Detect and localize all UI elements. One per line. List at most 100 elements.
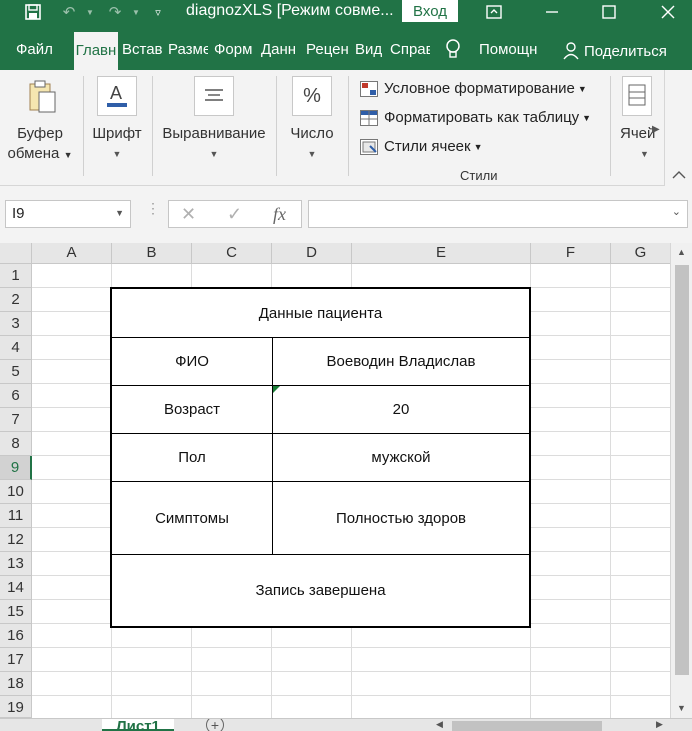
tab-tell-me[interactable]: Помощн [479,41,537,58]
tab-page-layout[interactable]: Разме [168,41,208,58]
row-header[interactable]: 10 [0,480,32,504]
undo-icon[interactable]: ↶ [58,0,80,24]
error-indicator-icon[interactable] [273,386,280,393]
cells-group[interactable]: Ячей ▼ [616,76,656,164]
ribbon-tabs: Файл Главн Встав Разме Форм Данн Рецен В… [0,24,692,70]
horizontal-scroll-left-icon[interactable]: ◀ [436,719,443,730]
scroll-thumb[interactable] [675,265,689,675]
alignment-icon [194,76,234,116]
sex-value-cell[interactable]: мужской [273,434,529,481]
redo-dropdown-icon[interactable]: ▼ [130,0,142,24]
scroll-up-icon[interactable]: ▲ [677,247,686,257]
number-group[interactable]: % Число ▼ [284,76,340,164]
maximize-icon[interactable] [597,0,621,24]
fio-value-cell[interactable]: Воеводин Владислав [273,338,529,385]
font-dropdown-icon: ▼ [112,149,122,159]
enter-icon[interactable]: ✓ [227,204,242,225]
row-header[interactable]: 14 [0,576,32,600]
row-header[interactable]: 1 [0,264,32,288]
row-header[interactable]: 4 [0,336,32,360]
column-header-d[interactable]: D [272,243,352,264]
conditional-formatting-button[interactable]: Условное форматирование ▼ [360,80,587,97]
row-header[interactable]: 8 [0,432,32,456]
ribbon-display-options-icon[interactable] [482,0,506,24]
sheet-tab-bar: Лист1 + ◀ ▶ [0,718,692,731]
column-header-f[interactable]: F [531,243,611,264]
formula-input[interactable]: ⌄ [308,200,688,228]
row-header[interactable]: 18 [0,672,32,696]
horizontal-scroll-thumb[interactable] [452,721,602,731]
alignment-group[interactable]: Выравнивание ▼ [158,76,270,164]
tab-home[interactable]: Главн [74,32,118,70]
undo-dropdown-icon[interactable]: ▼ [84,0,96,24]
row-header[interactable]: 7 [0,408,32,432]
share-button[interactable]: Поделиться [584,43,667,60]
tab-formulas[interactable]: Форм [214,41,254,58]
horizontal-scroll-right-icon[interactable]: ▶ [656,719,663,730]
share-icon[interactable] [563,41,581,61]
format-as-table-button[interactable]: Форматировать как таблицу ▼ [360,109,591,126]
column-header-c[interactable]: C [192,243,272,264]
column-header-g[interactable]: G [611,243,671,264]
insert-function-icon[interactable]: fx [273,204,286,225]
cell-styles-label: Стили ячеек [384,138,471,155]
row-header-selected[interactable]: 9 [0,456,32,480]
row-header[interactable]: 15 [0,600,32,624]
tab-file[interactable]: Файл [16,41,53,58]
customize-qat-icon[interactable]: ▿ [148,0,168,24]
tab-view[interactable]: Вид [355,41,385,58]
sex-label-cell[interactable]: Пол [112,434,272,481]
signin-button[interactable]: Вход [402,0,458,22]
cell-styles-button[interactable]: Стили ячеек ▼ [360,138,483,155]
collapse-ribbon-icon[interactable] [664,70,692,186]
row-header[interactable]: 11 [0,504,32,528]
age-label-cell[interactable]: Возраст [112,386,272,433]
symptoms-value-cell[interactable]: Полностью здоров [273,482,529,554]
table-header-cell[interactable]: Данные пациента [112,289,529,337]
vertical-scrollbar[interactable]: ▲ ▼ [670,243,692,718]
name-box[interactable]: I9 ▼ [5,200,131,228]
row-header[interactable]: 5 [0,360,32,384]
minimize-icon[interactable] [540,0,564,24]
column-header-b[interactable]: B [112,243,192,264]
clipboard-label-1: Буфер [17,125,63,142]
expand-formula-icon[interactable]: ⌄ [672,205,681,218]
column-header-e[interactable]: E [352,243,531,264]
row-header[interactable]: 13 [0,552,32,576]
row-header[interactable]: 2 [0,288,32,312]
conditional-formatting-label: Условное форматирование [384,80,575,97]
symptoms-label-cell[interactable]: Симптомы [112,482,272,554]
table-footer-cell[interactable]: Запись завершена [112,555,529,626]
close-icon[interactable] [656,0,680,24]
row-header[interactable]: 19 [0,696,32,718]
tab-help[interactable]: Справ [390,41,430,58]
formula-bar-grip-icon[interactable]: ⋮ [146,201,160,215]
row-header[interactable]: 12 [0,528,32,552]
scroll-down-icon[interactable]: ▼ [677,703,686,713]
cancel-icon[interactable]: ✕ [181,204,196,225]
row-header[interactable]: 6 [0,384,32,408]
row-header[interactable]: 3 [0,312,32,336]
sheet-tab-list1[interactable]: Лист1 [102,719,174,731]
number-label: Число [290,125,334,142]
save-icon[interactable] [22,0,44,24]
row-header[interactable]: 16 [0,624,32,648]
clipboard-group[interactable]: Буфер обмена ▼ [6,76,74,165]
age-value-cell[interactable]: 20 [273,386,529,433]
ribbon-separator [83,76,84,176]
formula-bar: I9 ▼ ⋮ ✕ ✓ fx ⌄ [0,186,692,243]
ribbon: Буфер обмена ▼ A Шрифт ▼ Выравнивание ▼ … [0,70,692,186]
fio-label-cell[interactable]: ФИО [112,338,272,385]
tab-insert[interactable]: Встав [122,41,164,58]
ribbon-scroll-right-icon[interactable]: ▶ [652,124,660,135]
tab-review[interactable]: Рецен [306,41,348,58]
column-header-a[interactable]: A [32,243,112,264]
select-all-corner[interactable] [0,243,32,264]
font-group[interactable]: A Шрифт ▼ [88,76,146,164]
name-box-dropdown-icon[interactable]: ▼ [115,208,124,218]
tab-data[interactable]: Данн [261,41,299,58]
lightbulb-icon[interactable] [445,38,463,60]
add-sheet-icon[interactable]: + [206,719,224,731]
row-header[interactable]: 17 [0,648,32,672]
redo-icon[interactable]: ↷ [104,0,126,24]
